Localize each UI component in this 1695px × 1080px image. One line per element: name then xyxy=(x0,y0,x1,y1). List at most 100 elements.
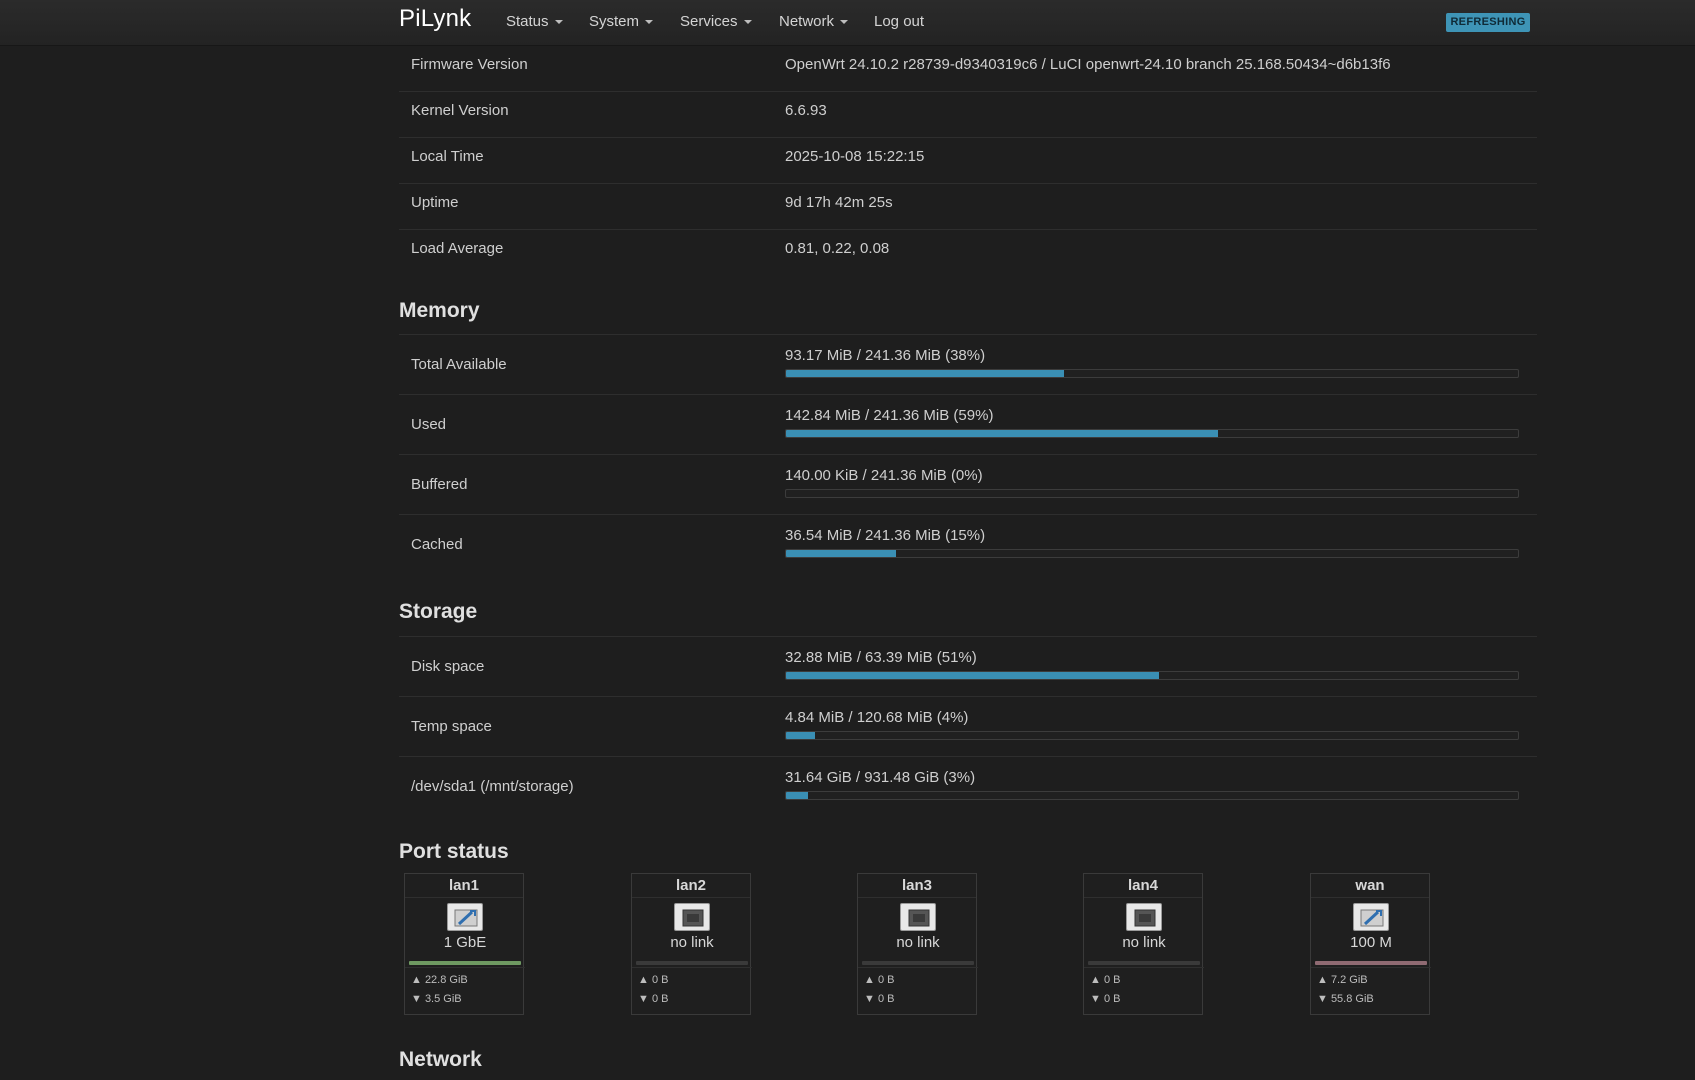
port-rx-bytes: ▼ 55.8 GiB xyxy=(1317,993,1374,1005)
usage-text: 4.84 MiB / 120.68 MiB (4%) xyxy=(785,709,969,726)
port-link-indicator xyxy=(1088,961,1200,965)
progress-fill xyxy=(786,792,808,799)
brand-logo[interactable]: PiLynk xyxy=(399,5,471,33)
system-row-load-average: Load Average 0.81, 0.22, 0.08 xyxy=(399,230,1537,276)
port-link-status: 1 GbE xyxy=(443,934,487,951)
system-info-table: Firmware Version OpenWrt 24.10.2 r28739-… xyxy=(399,46,1537,276)
port-card-wan[interactable]: wan 100 M ▲ 7.2 GiB ▼ 55.8 GiB xyxy=(1310,873,1431,1015)
port-link-status: no link xyxy=(896,934,940,951)
port-name: wan xyxy=(1311,874,1429,898)
top-navbar: PiLynk Status System Services Network Lo… xyxy=(0,0,1695,46)
ethernet-port-connected-icon xyxy=(1353,903,1389,931)
progress-bar xyxy=(785,429,1519,438)
port-link-status: 100 M xyxy=(1350,934,1392,951)
ethernet-port-disconnected-icon xyxy=(900,903,936,931)
port-tx-bytes: ▲ 22.8 GiB xyxy=(411,974,468,986)
row-value: 6.6.93 xyxy=(785,102,827,119)
ethernet-port-disconnected-icon xyxy=(1126,903,1162,931)
port-card-lan4[interactable]: lan4 no link ▲ 0 B ▼ 0 B xyxy=(1083,873,1204,1015)
divider xyxy=(858,967,978,968)
port-card-lan1[interactable]: lan1 1 GbE ▲ 22.8 GiB ▼ 3.5 GiB xyxy=(404,873,525,1015)
system-row-uptime: Uptime 9d 17h 42m 25s xyxy=(399,184,1537,230)
port-rx-bytes: ▼ 3.5 GiB xyxy=(411,993,462,1005)
memory-row-buffered: Buffered 140.00 KiB / 241.36 MiB (0%) xyxy=(399,455,1537,515)
nav-logout-link[interactable]: Log out xyxy=(874,13,924,30)
port-rx-bytes: ▼ 0 B xyxy=(1090,993,1121,1005)
port-link-indicator xyxy=(862,961,974,965)
nav-label: Services xyxy=(680,13,738,30)
progress-fill xyxy=(786,672,1160,679)
progress-fill xyxy=(786,550,896,557)
nav-label: Network xyxy=(779,13,835,30)
divider xyxy=(1084,967,1204,968)
network-section-title: Network xyxy=(399,1048,482,1071)
port-link-status: no link xyxy=(670,934,714,951)
row-value: OpenWrt 24.10.2 r28739-d9340319c6 / LuCI… xyxy=(785,56,1391,73)
nav-label: Log out xyxy=(874,13,925,30)
port-name: lan1 xyxy=(405,874,523,898)
row-label: Load Average xyxy=(411,240,504,257)
usage-text: 93.17 MiB / 241.36 MiB (38%) xyxy=(785,347,986,364)
progress-bar xyxy=(785,369,1519,378)
refreshing-badge[interactable]: REFRESHING xyxy=(1446,13,1530,32)
row-label: Disk space xyxy=(411,658,485,675)
port-card-lan3[interactable]: lan3 no link ▲ 0 B ▼ 0 B xyxy=(857,873,978,1015)
port-link-indicator xyxy=(409,961,521,965)
memory-row-used: Used 142.84 MiB / 241.36 MiB (59%) xyxy=(399,395,1537,455)
divider xyxy=(632,967,752,968)
nav-label: Status xyxy=(506,13,549,30)
row-label: Temp space xyxy=(411,718,492,735)
memory-row-cached: Cached 36.54 MiB / 241.36 MiB (15%) xyxy=(399,515,1537,575)
row-label: Local Time xyxy=(411,148,484,165)
port-tx-bytes: ▲ 0 B xyxy=(638,974,669,986)
port-rx-bytes: ▼ 0 B xyxy=(864,993,895,1005)
port-link-indicator xyxy=(1315,961,1427,965)
port-name: lan3 xyxy=(858,874,976,898)
port-status-section-title: Port status xyxy=(399,840,509,863)
usage-text: 140.00 KiB / 241.36 MiB (0%) xyxy=(785,467,983,484)
system-row-local-time: Local Time 2025-10-08 15:22:15 xyxy=(399,138,1537,184)
row-label: /dev/sda1 (/mnt/storage) xyxy=(411,778,574,795)
usage-text: 31.64 GiB / 931.48 GiB (3%) xyxy=(785,769,976,786)
nav-network-menu[interactable]: Network xyxy=(779,13,849,30)
progress-fill xyxy=(786,370,1065,377)
ethernet-port-connected-icon xyxy=(447,903,483,931)
divider xyxy=(405,967,525,968)
usage-text: 142.84 MiB / 241.36 MiB (59%) xyxy=(785,407,994,424)
progress-bar xyxy=(785,731,1519,740)
port-rx-bytes: ▼ 0 B xyxy=(638,993,669,1005)
row-label: Uptime xyxy=(411,194,459,211)
port-link-indicator xyxy=(636,961,748,965)
row-label: Used xyxy=(411,416,447,433)
row-value: 9d 17h 42m 25s xyxy=(785,194,893,211)
status-overview: Firmware Version OpenWrt 24.10.2 r28739-… xyxy=(399,46,1537,1079)
ethernet-port-disconnected-icon xyxy=(674,903,710,931)
port-name: lan2 xyxy=(632,874,750,898)
caret-down-icon xyxy=(840,20,849,25)
memory-section-title: Memory xyxy=(399,300,1537,335)
port-card-lan2[interactable]: lan2 no link ▲ 0 B ▼ 0 B xyxy=(631,873,752,1015)
nav-label: System xyxy=(589,13,640,30)
row-label: Cached xyxy=(411,536,463,553)
port-link-status: no link xyxy=(1122,934,1166,951)
nav-services-menu[interactable]: Services xyxy=(680,13,752,30)
storage-table: Disk space 32.88 MiB / 63.39 MiB (51%) T… xyxy=(399,637,1537,817)
port-name: lan4 xyxy=(1084,874,1202,898)
progress-fill xyxy=(786,732,816,739)
row-label: Buffered xyxy=(411,476,468,493)
progress-bar xyxy=(785,549,1519,558)
port-status-grid: lan1 1 GbE ▲ 22.8 GiB ▼ 3.5 GiB lan2 no … xyxy=(399,873,1537,1019)
system-row-firmware: Firmware Version OpenWrt 24.10.2 r28739-… xyxy=(399,46,1537,92)
nav-system-menu[interactable]: System xyxy=(589,13,654,30)
port-tx-bytes: ▲ 0 B xyxy=(1090,974,1121,986)
port-tx-bytes: ▲ 0 B xyxy=(864,974,895,986)
port-tx-bytes: ▲ 7.2 GiB xyxy=(1317,974,1368,986)
row-value: 2025-10-08 15:22:15 xyxy=(785,148,925,165)
caret-down-icon xyxy=(554,20,563,25)
nav-status-menu[interactable]: Status xyxy=(506,13,563,30)
progress-bar xyxy=(785,791,1519,800)
